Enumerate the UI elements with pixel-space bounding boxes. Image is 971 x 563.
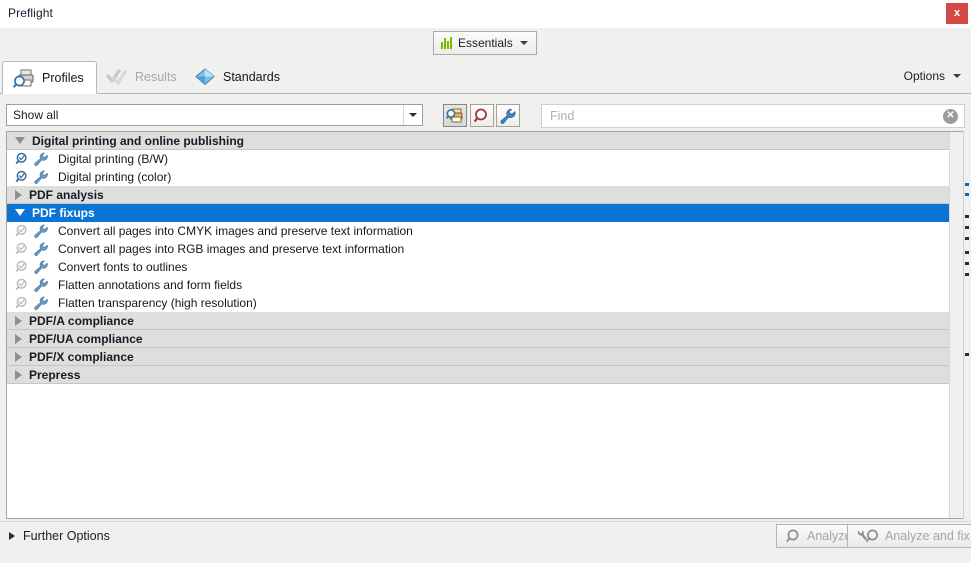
triangle-right-icon[interactable] [15,315,22,326]
profile-group-label: Prepress [29,367,81,382]
profile-group-header[interactable]: PDF/UA compliance [7,330,964,348]
profile-list-item-label: Digital printing (B/W) [58,152,169,166]
profile-list-item[interactable]: Digital printing (B/W) [7,150,964,168]
search-input[interactable]: Find ✕ [541,104,965,128]
triangle-right-icon[interactable] [15,369,22,380]
caret-down-icon [953,74,961,78]
magnifier-check-icon[interactable] [15,260,30,274]
wrench-icon [499,108,517,124]
profile-list-item[interactable]: Flatten annotations and form fields [7,276,964,294]
filter-select[interactable]: Show all [6,104,423,126]
profile-list-item-label: Flatten annotations and form fields [58,278,243,292]
filter-bar: Show all Find ✕ [0,100,971,132]
close-icon: x [953,7,961,19]
bar-chart-icon [441,37,452,49]
magnifier-icon [785,529,802,544]
tab-label-profiles: Profiles [42,70,84,85]
profile-group-label: PDF/A compliance [29,313,134,328]
checkmarks-icon [106,68,128,86]
profile-group-header[interactable]: PDF/X compliance [7,348,964,366]
footer-bar: Further Options Analyze Analyze and fix [0,521,971,563]
triangle-down-icon[interactable] [15,137,25,144]
profile-list-item-label: Convert all pages into RGB images and pr… [58,242,405,256]
wrench-icon[interactable] [33,170,49,184]
profile-group-label: PDF fixups [32,205,95,220]
wrench-icon[interactable] [33,278,49,292]
fix-tool-button[interactable] [496,104,520,127]
magnifier-icon [473,108,491,124]
profile-list[interactable]: Digital printing and online publishing Di… [6,131,965,519]
printer-magnifier-icon [13,68,35,88]
triangle-right-icon [9,532,15,540]
further-options-toggle[interactable]: Further Options [9,529,110,543]
further-options-label: Further Options [23,529,110,543]
profile-list-body: Digital printing and online publishing Di… [7,132,964,384]
chevron-down-icon [403,105,422,125]
profile-group-label: Digital printing and online publishing [32,133,244,148]
profile-list-item[interactable]: Flatten transparency (high resolution) [7,294,964,312]
caret-down-icon [519,41,528,45]
clear-search-icon[interactable]: ✕ [943,108,958,124]
profile-group-label: PDF/X compliance [29,349,134,364]
profile-tool-button[interactable] [443,104,467,127]
tab-label-results: Results [135,70,177,84]
magnifier-wrench-icon [856,529,880,544]
preflight-dialog: Preflight x Essentials Profiles Results … [0,0,971,563]
profile-list-item-label: Convert fonts to outlines [58,260,188,274]
magnifier-check-icon[interactable] [15,242,30,256]
options-menu-button[interactable]: Options [904,69,961,83]
profile-list-scrollbar[interactable] [949,132,964,518]
profile-group-header[interactable]: PDF analysis [7,186,964,204]
magnifier-check-icon[interactable] [15,296,30,310]
profile-list-item[interactable]: Convert fonts to outlines [7,258,964,276]
wrench-icon[interactable] [33,224,49,238]
wrench-icon[interactable] [33,242,49,256]
wrench-icon[interactable] [33,296,49,310]
profile-list-item-label: Convert all pages into CMYK images and p… [58,224,413,238]
magnifier-check-icon[interactable] [15,170,30,184]
profile-list-item-label: Flatten transparency (high resolution) [58,296,257,310]
magnifier-check-icon[interactable] [15,152,30,166]
profile-group-header[interactable]: PDF/A compliance [7,312,964,330]
essentials-button[interactable]: Essentials [433,31,537,55]
window-title: Preflight [8,6,53,20]
profile-list-item-label: Digital printing (color) [58,170,172,184]
title-bar: Preflight x [0,0,971,28]
tab-standards[interactable]: Standards [184,61,292,93]
options-label: Options [903,69,945,83]
profile-list-item[interactable]: Convert all pages into RGB images and pr… [7,240,964,258]
blue-diamond-icon [194,67,216,87]
close-button[interactable]: x [946,3,968,24]
tab-profiles[interactable]: Profiles [2,61,97,94]
check-tool-button[interactable] [470,104,494,127]
search-placeholder: Find [550,109,575,123]
tab-results[interactable]: Results [96,61,189,93]
printer-magnifier-icon [446,108,464,124]
wrench-icon[interactable] [33,152,49,166]
wrench-icon[interactable] [33,260,49,274]
analyze-and-fix-button-label: Analyze and fix [885,529,970,543]
clear-search-glyph: ✕ [946,110,955,121]
profile-list-item[interactable]: Digital printing (color) [7,168,964,186]
magnifier-check-icon[interactable] [15,224,30,238]
triangle-right-icon[interactable] [15,351,22,362]
triangle-down-icon[interactable] [15,209,25,216]
edge-marker-rail [963,131,971,519]
profile-group-header[interactable]: Prepress [7,366,964,384]
analyze-button-label: Analyze [807,529,852,543]
filter-select-value: Show all [13,108,59,122]
tab-bar: Profiles Results Standards Options [0,61,971,94]
profile-group-label: PDF analysis [29,187,104,202]
profile-list-item[interactable]: Convert all pages into CMYK images and p… [7,222,964,240]
analyze-and-fix-button[interactable]: Analyze and fix [847,524,971,548]
profile-group-label: PDF/UA compliance [29,331,143,346]
triangle-right-icon[interactable] [15,333,22,344]
tab-label-standards: Standards [223,70,280,84]
triangle-right-icon[interactable] [15,189,22,200]
profile-group-header[interactable]: PDF fixups [7,204,964,222]
essentials-label: Essentials [458,36,513,50]
magnifier-check-icon[interactable] [15,278,30,292]
profile-group-header[interactable]: Digital printing and online publishing [7,132,964,150]
